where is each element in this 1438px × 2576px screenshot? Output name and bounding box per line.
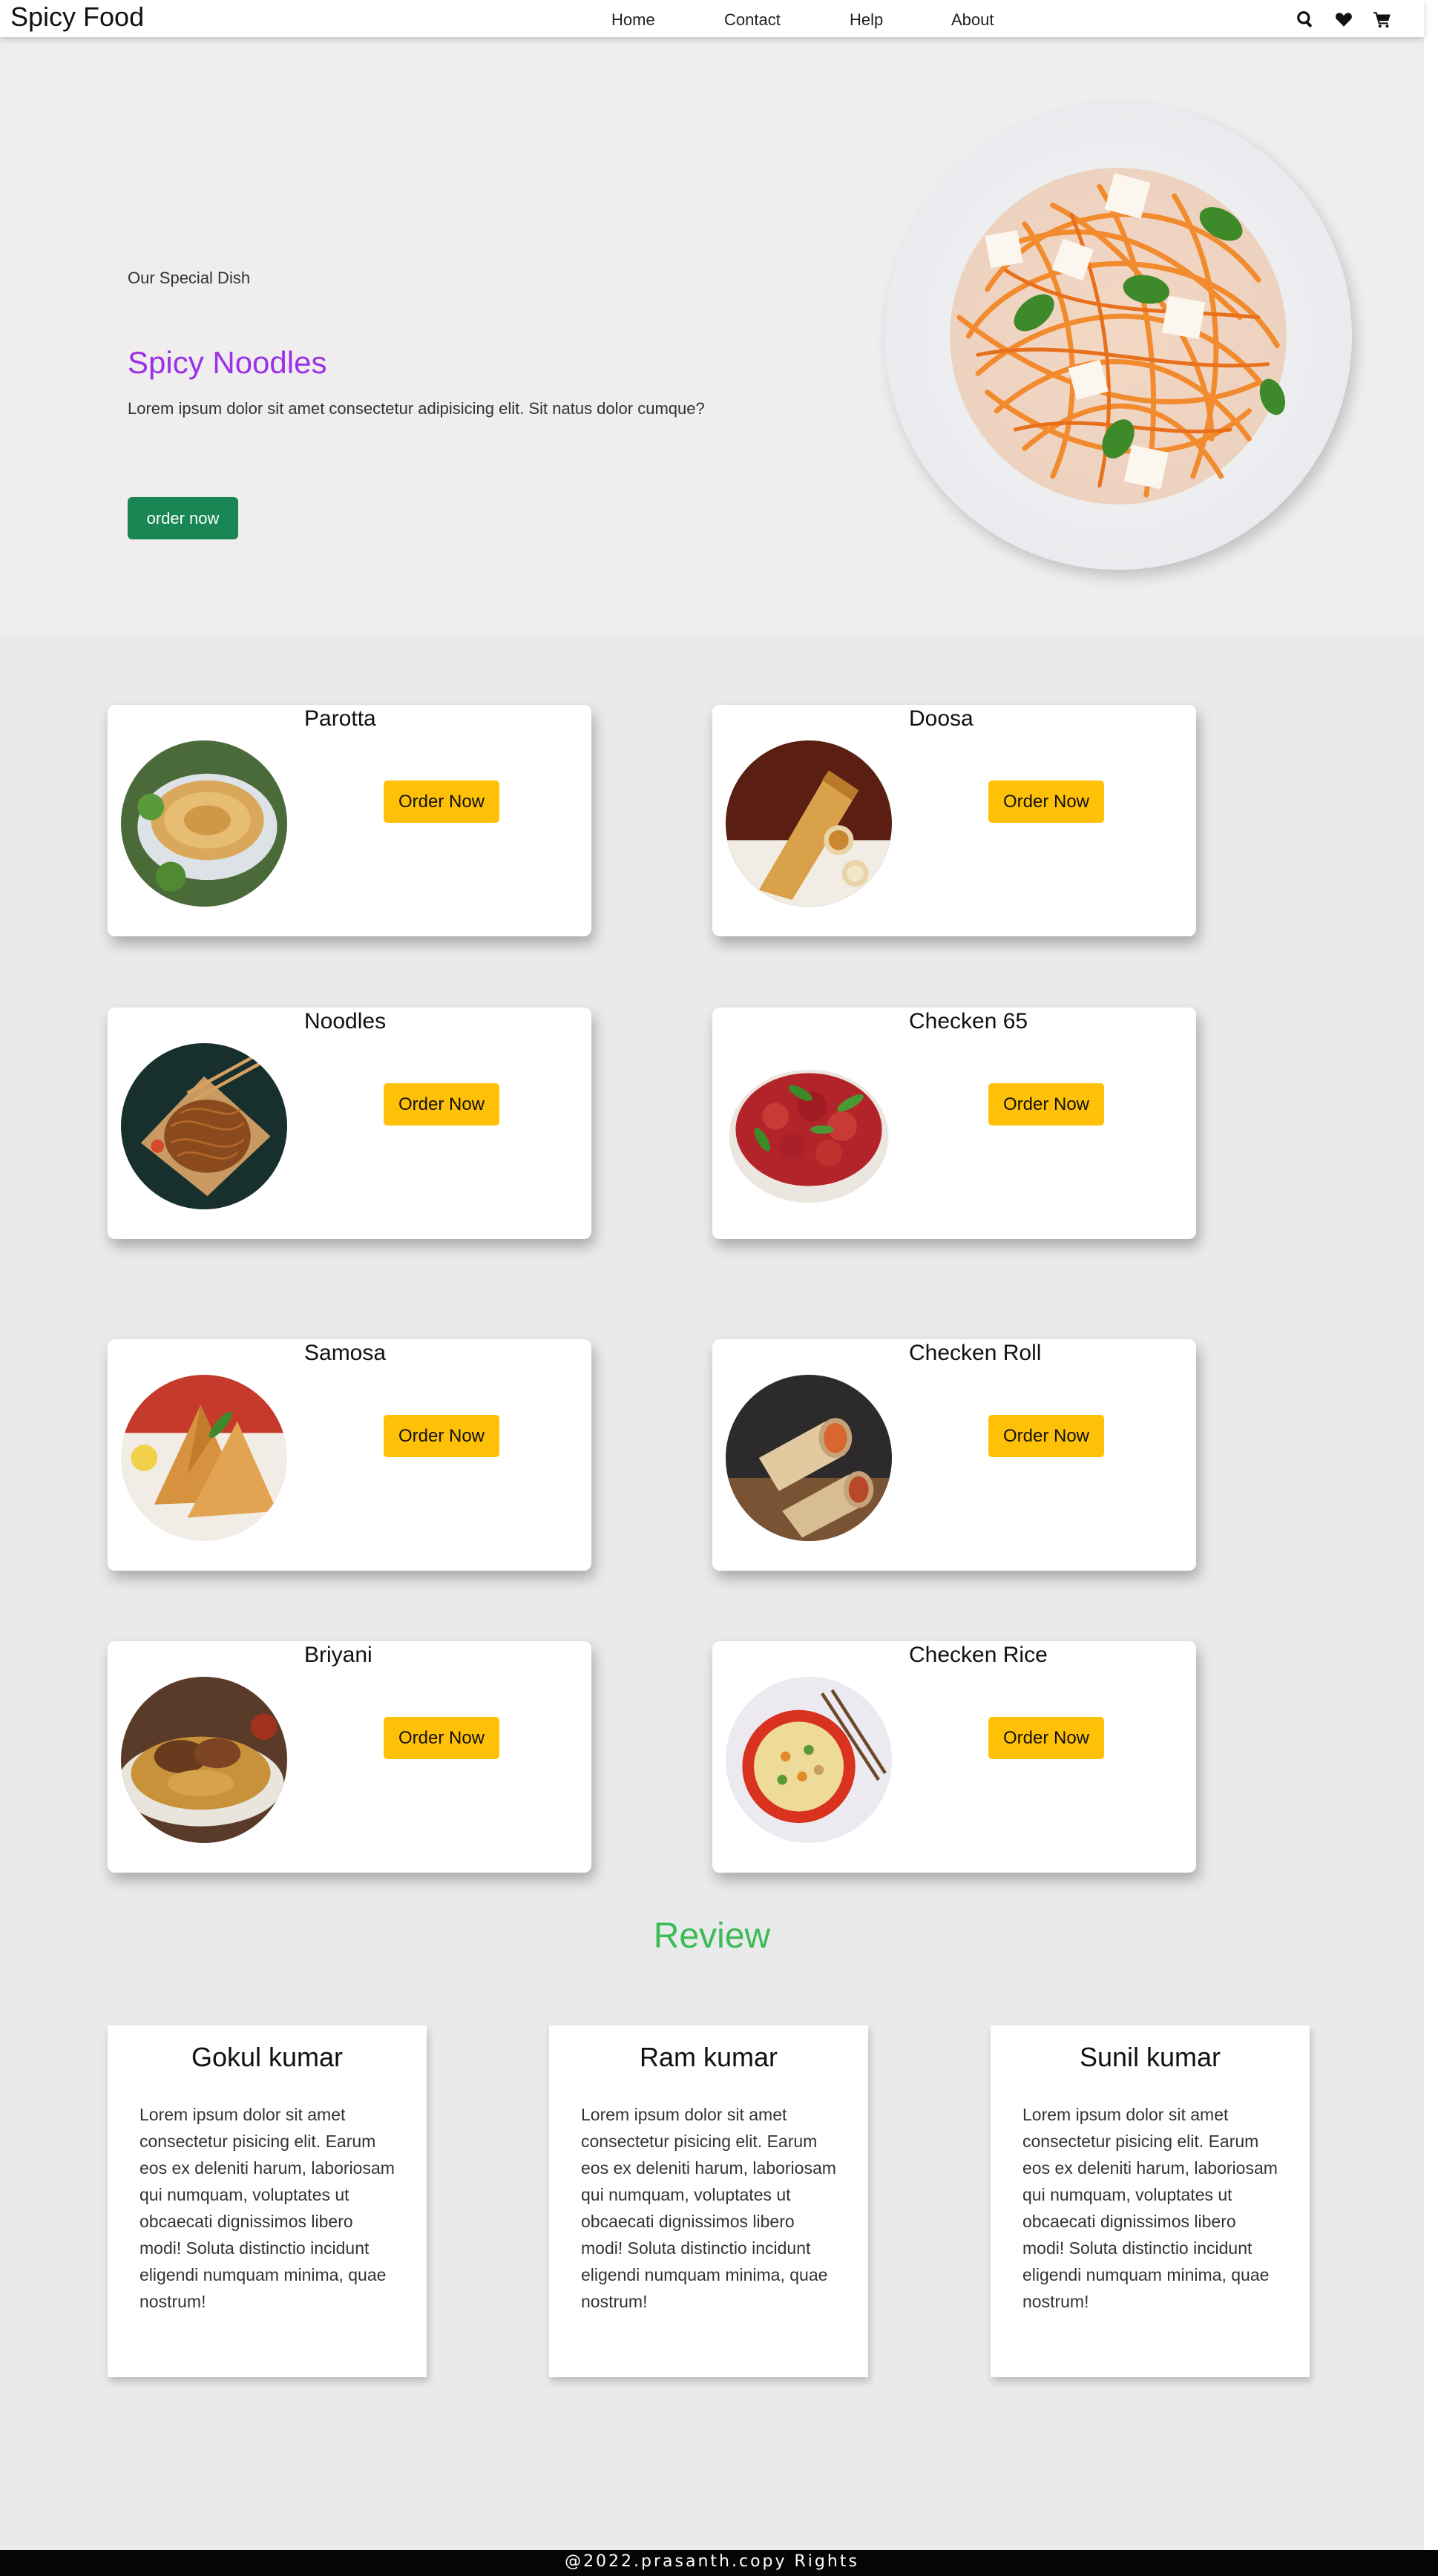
nav-link-help[interactable]: Help [850, 10, 951, 30]
chicken-65-image [726, 1043, 892, 1209]
dosa-image [726, 740, 892, 907]
menu-card-briyani: Briyani Order Now [108, 1641, 591, 1873]
menu-card-samosa: Samosa Order Now [108, 1339, 591, 1571]
menu-card-noodles: Noodles Order Now [108, 1008, 591, 1239]
review-text: Lorem ipsum dolor sit amet consectetur p… [1022, 2105, 1278, 2311]
nav-link-about[interactable]: About [951, 10, 1011, 30]
hero-description: Lorem ipsum dolor sit amet consectetur a… [128, 399, 705, 418]
navbar: Spicy Food Home Contact Help About [0, 0, 1424, 37]
review-text: Lorem ipsum dolor sit amet consectetur p… [581, 2105, 836, 2311]
menu-card-checken-rice: Checken Rice Order Now [712, 1641, 1196, 1873]
menu-card-title: Doosa [909, 706, 974, 731]
order-now-button[interactable]: Order Now [988, 1717, 1104, 1759]
menu-card-title: Checken Rice [909, 1643, 1048, 1667]
order-now-button[interactable]: Order Now [988, 1083, 1104, 1126]
footer: @2022.prasanth.copy Rights [0, 2550, 1438, 2576]
nav-link-home[interactable]: Home [611, 10, 724, 30]
nav-icons [1295, 9, 1411, 30]
chicken-rice-image [726, 1677, 892, 1843]
order-now-button[interactable]: Order Now [384, 1083, 499, 1126]
menu-card-title: Parotta [304, 706, 376, 731]
menu-card-title: Checken Roll [909, 1341, 1042, 1365]
samosa-image [121, 1375, 287, 1541]
spicy-noodles-image [884, 102, 1352, 570]
chicken-roll-image [726, 1375, 892, 1541]
review-card-gokul: Gokul kumar Lorem ipsum dolor sit amet c… [108, 2025, 427, 2377]
hero-subtitle: Our Special Dish [128, 269, 251, 287]
search-icon[interactable] [1295, 9, 1316, 30]
menu-card-title: Briyani [304, 1643, 372, 1667]
menu-card-title: Noodles [304, 1009, 387, 1034]
menu-card-title: Samosa [304, 1341, 387, 1365]
nav-links: Home Contact Help About [611, 10, 1011, 30]
order-now-button[interactable]: Order Now [988, 1415, 1104, 1457]
menu-card-title: Checken 65 [909, 1009, 1028, 1034]
order-now-button[interactable]: order now [128, 497, 238, 539]
menu-card-parotta: Parotta Order Now [108, 705, 591, 936]
review-card-sunil: Sunil kumar Lorem ipsum dolor sit amet c… [991, 2025, 1310, 2377]
footer-copyright: @2022.prasanth.copy Rights [565, 2552, 859, 2571]
hero-section: Our Special Dish Spicy Noodles Lorem ips… [0, 37, 1424, 634]
review-card-ram: Ram kumar Lorem ipsum dolor sit amet con… [549, 2025, 868, 2377]
order-now-button[interactable]: Order Now [384, 1717, 499, 1759]
heart-icon[interactable] [1333, 9, 1354, 30]
menu-card-doosa: Doosa Order Now [712, 705, 1196, 936]
menu-section: Parotta Order Now Doosa Order Now Noodle… [0, 634, 1424, 2550]
menu-card-checken-roll: Checken Roll Order Now [712, 1339, 1196, 1571]
review-text: Lorem ipsum dolor sit amet consectetur p… [139, 2105, 395, 2311]
order-now-button[interactable]: Order Now [384, 781, 499, 823]
order-now-button[interactable]: Order Now [384, 1415, 499, 1457]
nav-link-contact[interactable]: Contact [724, 10, 850, 30]
noodles-image [121, 1043, 287, 1209]
reviewer-name: Ram kumar [639, 2042, 778, 2072]
biryani-image [121, 1677, 287, 1843]
menu-card-checken-65: Checken 65 Order Now [712, 1008, 1196, 1239]
order-now-button[interactable]: Order Now [988, 781, 1104, 823]
review-title: Review [653, 1916, 771, 1956]
reviewer-name: Sunil kumar [1079, 2042, 1221, 2072]
hero-title: Spicy Noodles [128, 345, 327, 380]
parotta-image [121, 740, 287, 907]
cart-icon[interactable] [1372, 9, 1393, 30]
brand-logo[interactable]: Spicy Food [10, 1, 144, 33]
reviewer-name: Gokul kumar [191, 2042, 344, 2072]
